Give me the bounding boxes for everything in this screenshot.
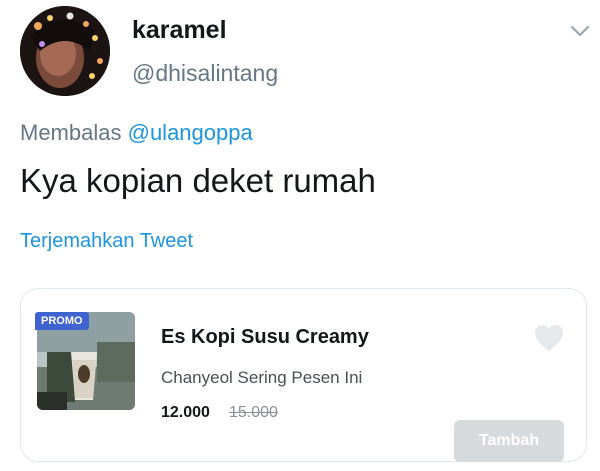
chevron-down-icon[interactable] (569, 22, 591, 40)
product-title[interactable]: Es Kopi Susu Creamy (161, 326, 369, 349)
reply-prefix: Membalas (20, 120, 122, 145)
product-original-price: 15.000 (229, 404, 278, 421)
tweet-text: Kya kopian deket rumah (20, 162, 376, 199)
product-subtitle: Chanyeol Sering Pesen Ini (161, 368, 363, 387)
add-button[interactable]: Tambah (454, 420, 564, 462)
avatar[interactable] (20, 6, 110, 96)
heart-icon[interactable] (533, 323, 565, 353)
promo-badge: PROMO (35, 312, 89, 330)
product-price: 12.000 (161, 404, 210, 421)
display-name[interactable]: karamel (132, 16, 227, 45)
user-handle[interactable]: @dhisalintang (132, 60, 278, 87)
translate-tweet-link[interactable]: Terjemahkan Tweet (20, 230, 193, 253)
reply-context: Membalas @ulangoppa (20, 120, 253, 146)
reply-mention-link[interactable]: @ulangoppa (128, 120, 253, 145)
